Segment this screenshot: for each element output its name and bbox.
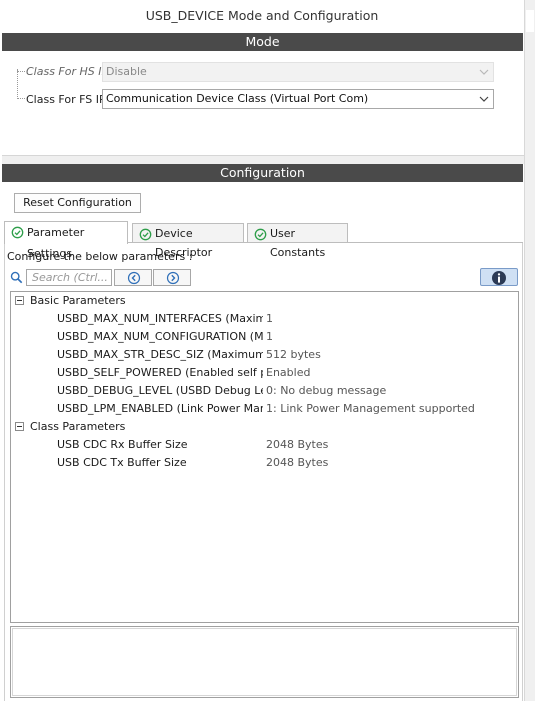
param-value: 1: Link Power Management supported — [266, 402, 475, 415]
param-value: 512 bytes — [266, 348, 321, 361]
splitter-grip[interactable] — [526, 10, 534, 32]
param-name: USBD_SELF_POWERED (Enabled self po... — [57, 366, 263, 379]
search-input[interactable]: Search (Ctrl... — [26, 269, 112, 286]
arrow-right-icon — [166, 271, 180, 285]
mode-section-header: Mode — [2, 33, 523, 51]
param-value: 2048 Bytes — [266, 438, 329, 451]
table-row[interactable]: USB CDC Tx Buffer Size 2048 Bytes — [11, 454, 516, 472]
search-icon — [10, 271, 23, 284]
fs-ip-value: Communication Device Class (Virtual Port… — [106, 92, 369, 105]
info-icon — [492, 271, 506, 285]
table-row[interactable]: USBD_MAX_NUM_INTERFACES (Maximum... 1 — [11, 310, 516, 328]
section-divider[interactable] — [2, 155, 524, 164]
search-next-button[interactable] — [153, 269, 191, 286]
window-title: USB_DEVICE Mode and Configuration — [145, 8, 379, 23]
collapse-icon[interactable] — [15, 422, 24, 431]
search-row: Search (Ctrl... — [10, 268, 522, 288]
table-row[interactable]: USBD_LPM_ENABLED (Link Power Mana... 1: … — [11, 400, 516, 418]
description-inner — [12, 628, 517, 696]
mode-area: Class For HS IP Disable Class For FS IP … — [2, 51, 523, 155]
tab-parameter-settings[interactable]: Parameter Settings — [4, 221, 128, 260]
tab-label: User Constants — [270, 227, 326, 259]
tab-user-constants[interactable]: User Constants — [247, 223, 348, 259]
check-circle-icon — [11, 226, 24, 239]
table-row[interactable]: USBD_MAX_NUM_CONFIGURATION (Ma... 1 — [11, 328, 516, 346]
group-label: Class Parameters — [30, 420, 126, 433]
param-value: 0: No debug message — [266, 384, 387, 397]
arrow-left-icon — [127, 271, 141, 285]
hs-ip-select: Disable — [102, 62, 494, 82]
param-name: USBD_MAX_NUM_INTERFACES (Maximum... — [57, 312, 263, 325]
check-circle-icon — [139, 228, 152, 241]
fs-ip-select[interactable]: Communication Device Class (Virtual Port… — [102, 89, 494, 109]
param-value: Enabled — [266, 366, 311, 379]
param-name: USBD_LPM_ENABLED (Link Power Mana... — [57, 402, 263, 415]
param-name: USBD_MAX_STR_DESC_SIZ (Maximum si... — [57, 348, 263, 361]
chevron-down-icon — [479, 69, 489, 75]
tab-device-descriptor[interactable]: Device Descriptor — [132, 223, 244, 259]
chevron-down-icon — [479, 96, 489, 102]
param-value: 1 — [266, 330, 273, 343]
info-button[interactable] — [480, 268, 518, 286]
tree-group-basic-parameters[interactable]: Basic Parameters — [11, 292, 516, 310]
param-name: USB CDC Tx Buffer Size — [57, 456, 187, 469]
param-name: USBD_DEBUG_LEVEL (USBD Debug Level) — [57, 384, 263, 397]
configuration-section-header: Configuration — [2, 164, 523, 182]
check-circle-icon — [254, 228, 267, 241]
config-tabs: Parameter Settings Device Descriptor Use… — [4, 221, 523, 260]
tree-connector — [17, 98, 25, 99]
tree-connector — [17, 71, 25, 72]
search-previous-button[interactable] — [114, 269, 152, 286]
collapse-icon[interactable] — [15, 296, 24, 305]
table-row[interactable]: USB CDC Rx Buffer Size 2048 Bytes — [11, 436, 516, 454]
side-splitter[interactable] — [524, 0, 535, 701]
table-row[interactable]: USBD_DEBUG_LEVEL (USBD Debug Level) 0: N… — [11, 382, 516, 400]
param-value: 1 — [266, 312, 273, 325]
parameter-tree: Basic Parameters USBD_MAX_NUM_INTERFACES… — [10, 291, 519, 623]
tree-connector — [17, 69, 18, 99]
group-label: Basic Parameters — [30, 294, 126, 307]
usb-device-config-pane: USB_DEVICE Mode and Configuration Mode C… — [2, 0, 524, 701]
description-area — [10, 626, 519, 698]
param-name: USBD_MAX_NUM_CONFIGURATION (Ma... — [57, 330, 263, 343]
reset-configuration-button[interactable]: Reset Configuration — [14, 193, 141, 213]
tree-group-class-parameters[interactable]: Class Parameters — [11, 418, 516, 436]
hs-ip-value: Disable — [106, 65, 147, 78]
hs-ip-label: Class For HS IP — [26, 65, 109, 78]
param-value: 2048 Bytes — [266, 456, 329, 469]
param-name: USB CDC Rx Buffer Size — [57, 438, 188, 451]
table-row[interactable]: USBD_SELF_POWERED (Enabled self po... En… — [11, 364, 516, 382]
table-row[interactable]: USBD_MAX_STR_DESC_SIZ (Maximum si... 512… — [11, 346, 516, 364]
fs-ip-label: Class For FS IP — [26, 93, 106, 106]
